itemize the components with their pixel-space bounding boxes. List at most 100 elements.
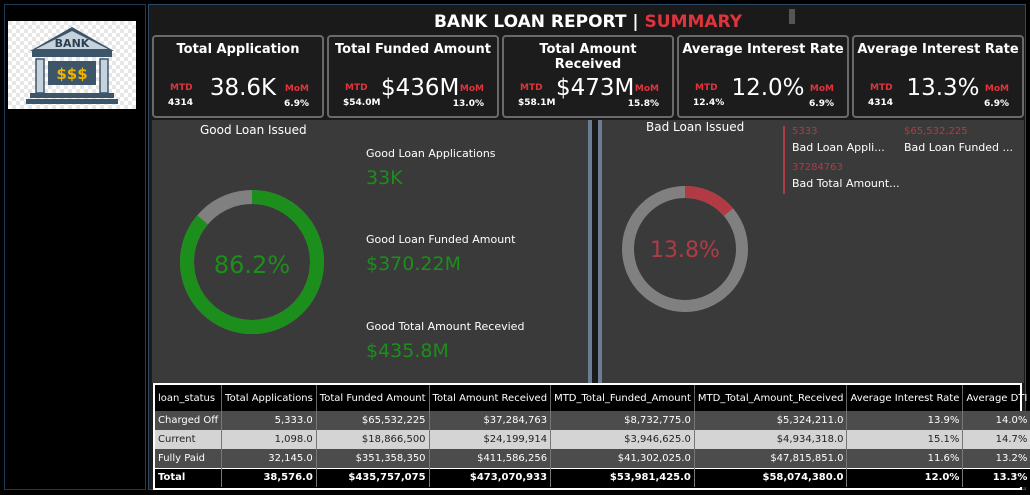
good-received-value: $435.8M	[366, 340, 449, 362]
table-cell: $435,757,075	[316, 467, 430, 487]
table-cell: 5,333.0	[221, 411, 317, 430]
mom-value: 15.8%	[627, 99, 659, 109]
kpi-card-total-funded-amount[interactable]: Total Funded Amount MTD $54.0M $436M MoM…	[327, 35, 499, 118]
table-cell: $65,532,225	[316, 411, 430, 430]
mtd-label: MTD	[170, 83, 193, 93]
mom-value: 13.0%	[452, 99, 484, 109]
table-cell: 14.0%	[962, 411, 1030, 430]
bad-received-label: Bad Total Amount...	[792, 177, 900, 190]
table-cell: 13.3%	[962, 467, 1030, 487]
kpi-value: 12.0%	[731, 75, 805, 101]
mom-label: MoM	[634, 84, 659, 94]
table-cell: $473,070,933	[429, 467, 552, 487]
good-funded-label: Good Loan Funded Amount	[366, 233, 516, 246]
bank-icon: BANK $$$	[8, 21, 136, 109]
table-total-row[interactable]: Total 38,576.0 $435,757,075 $473,070,933…	[155, 467, 1030, 487]
column-header[interactable]: MTD_Total_Funded_Amount	[550, 385, 695, 411]
good-received-label: Good Total Amount Recevied	[366, 320, 525, 333]
table-cell: 14.7%	[962, 430, 1030, 449]
bad-funded-label: Bad Loan Funded ...	[904, 141, 1014, 154]
table-cell: $4,934,318.0	[694, 430, 848, 449]
kpi-title: Average Interest Rate	[682, 42, 844, 57]
kpi-value: $473M	[556, 75, 635, 101]
table-cell: $53,981,425.0	[550, 467, 695, 487]
good-applications-label: Good Loan Applications	[366, 147, 496, 160]
column-header[interactable]: loan_status	[155, 385, 223, 411]
good-loan-donut[interactable]: 86.2%	[176, 186, 328, 338]
bad-funded-value: $65,532,225	[904, 126, 968, 137]
column-header[interactable]: Average DTI	[962, 385, 1030, 411]
table-cell: Total	[155, 467, 223, 487]
table-row[interactable]: Fully Paid 32,145.0 $351,358,350 $411,58…	[155, 449, 1030, 468]
table-row[interactable]: Charged Off 5,333.0 $65,532,225 $37,284,…	[155, 411, 1030, 430]
mtd-value: $54.0M	[343, 98, 381, 108]
mom-label: MoM	[284, 84, 309, 94]
table-cell: 32,145.0	[221, 449, 317, 468]
table-row[interactable]: Current 1,098.0 $18,866,500 $24,199,914 …	[155, 430, 1030, 449]
table-cell: $351,358,350	[316, 449, 430, 468]
column-header[interactable]: MTD_Total_Amount_Received	[694, 385, 848, 411]
bank-logo: BANK $$$	[8, 21, 136, 109]
mtd-label: MTD	[695, 83, 718, 93]
table-cell: $18,866,500	[316, 430, 430, 449]
table-cell: Fully Paid	[155, 449, 223, 468]
table-cell: 38,576.0	[221, 467, 317, 487]
table-cell: $58,074,380.0	[694, 467, 848, 487]
report-canvas: BANK LOAN REPORT | SUMMARY Total Applica…	[148, 4, 1030, 490]
mtd-value: 4314	[168, 98, 194, 108]
mtd-label: MTD	[345, 83, 368, 93]
bad-card-divider	[783, 126, 785, 194]
table-cell: 13.9%	[846, 411, 964, 430]
bad-received-value: 37284763	[792, 162, 843, 173]
mtd-value: 4314	[868, 98, 894, 108]
mom-label: MoM	[809, 84, 834, 94]
kpi-value: 13.3%	[906, 75, 980, 101]
column-header[interactable]: Total Amount Received	[429, 385, 552, 411]
kpi-card-average-interest-rate-2[interactable]: Average Interest Rate MTD 4314 13.3% MoM…	[852, 35, 1024, 118]
good-loan-title: Good Loan Issued	[200, 123, 307, 137]
page-title: BANK LOAN REPORT | SUMMARY	[149, 8, 1027, 36]
mtd-value: $58.1M	[518, 98, 556, 108]
bad-loan-percent: 13.8%	[650, 238, 720, 263]
table-cell: $47,815,851.0	[694, 449, 848, 468]
table-cell: $41,302,025.0	[550, 449, 695, 468]
bad-loan-donut[interactable]: 13.8%	[620, 184, 750, 314]
svg-text:BANK: BANK	[55, 37, 90, 50]
bad-applications-value: 5333	[792, 126, 818, 137]
table-cell: 1,098.0	[221, 430, 317, 449]
bad-loan-panel: Bad Loan Issued 13.8% 5333 Bad Loan Appl…	[598, 120, 1024, 383]
kpi-title: Total Application	[176, 42, 300, 57]
svg-text:$$$: $$$	[56, 65, 87, 83]
column-header[interactable]: Total Applications	[221, 385, 317, 411]
kpi-value: 38.6K	[209, 75, 277, 101]
table-cell: 11.6%	[846, 449, 964, 468]
mtd-label: MTD	[520, 83, 543, 93]
resize-handle[interactable]	[789, 9, 795, 24]
table-cell: 15.1%	[846, 430, 964, 449]
left-sidebar: BANK $$$	[4, 4, 146, 490]
kpi-card-average-interest-rate[interactable]: Average Interest Rate MTD 12.4% 12.0% Mo…	[677, 35, 849, 118]
table-cell: Charged Off	[155, 411, 223, 430]
kpi-title: Total Funded Amount	[335, 42, 491, 57]
kpi-card-total-amount-received[interactable]: Total Amount Received MTD $58.1M $473M M…	[502, 35, 674, 118]
good-loan-panel: Good Loan Issued 86.2% Good Loan Applica…	[152, 120, 592, 383]
dashboard: BANK $$$ BANK LOAN REPORT | SUMMARY Tota…	[0, 0, 1030, 495]
table-cell: $8,732,775.0	[550, 411, 695, 430]
table-cell: $411,586,256	[429, 449, 552, 468]
table-cell: 13.2%	[962, 449, 1030, 468]
table-cell: $24,199,914	[429, 430, 552, 449]
table-cell: $3,946,625.0	[550, 430, 695, 449]
mom-label: MoM	[459, 84, 484, 94]
column-header[interactable]: Average Interest Rate	[846, 385, 964, 411]
column-header[interactable]: Total Funded Amount	[316, 385, 430, 411]
title-accent: SUMMARY	[644, 12, 743, 32]
title-text: BANK LOAN REPORT |	[433, 12, 645, 32]
table-cell: $5,324,211.0	[694, 411, 848, 430]
kpi-value: $436M	[381, 75, 460, 101]
good-applications-value: 33K	[366, 167, 403, 189]
mtd-label: MTD	[870, 83, 893, 93]
kpi-card-total-application[interactable]: Total Application MTD 4314 38.6K MoM 6.9…	[152, 35, 324, 118]
table-cell: 12.0%	[846, 467, 964, 487]
good-funded-value: $370.22M	[366, 253, 461, 275]
mom-value: 6.9%	[984, 99, 1009, 109]
